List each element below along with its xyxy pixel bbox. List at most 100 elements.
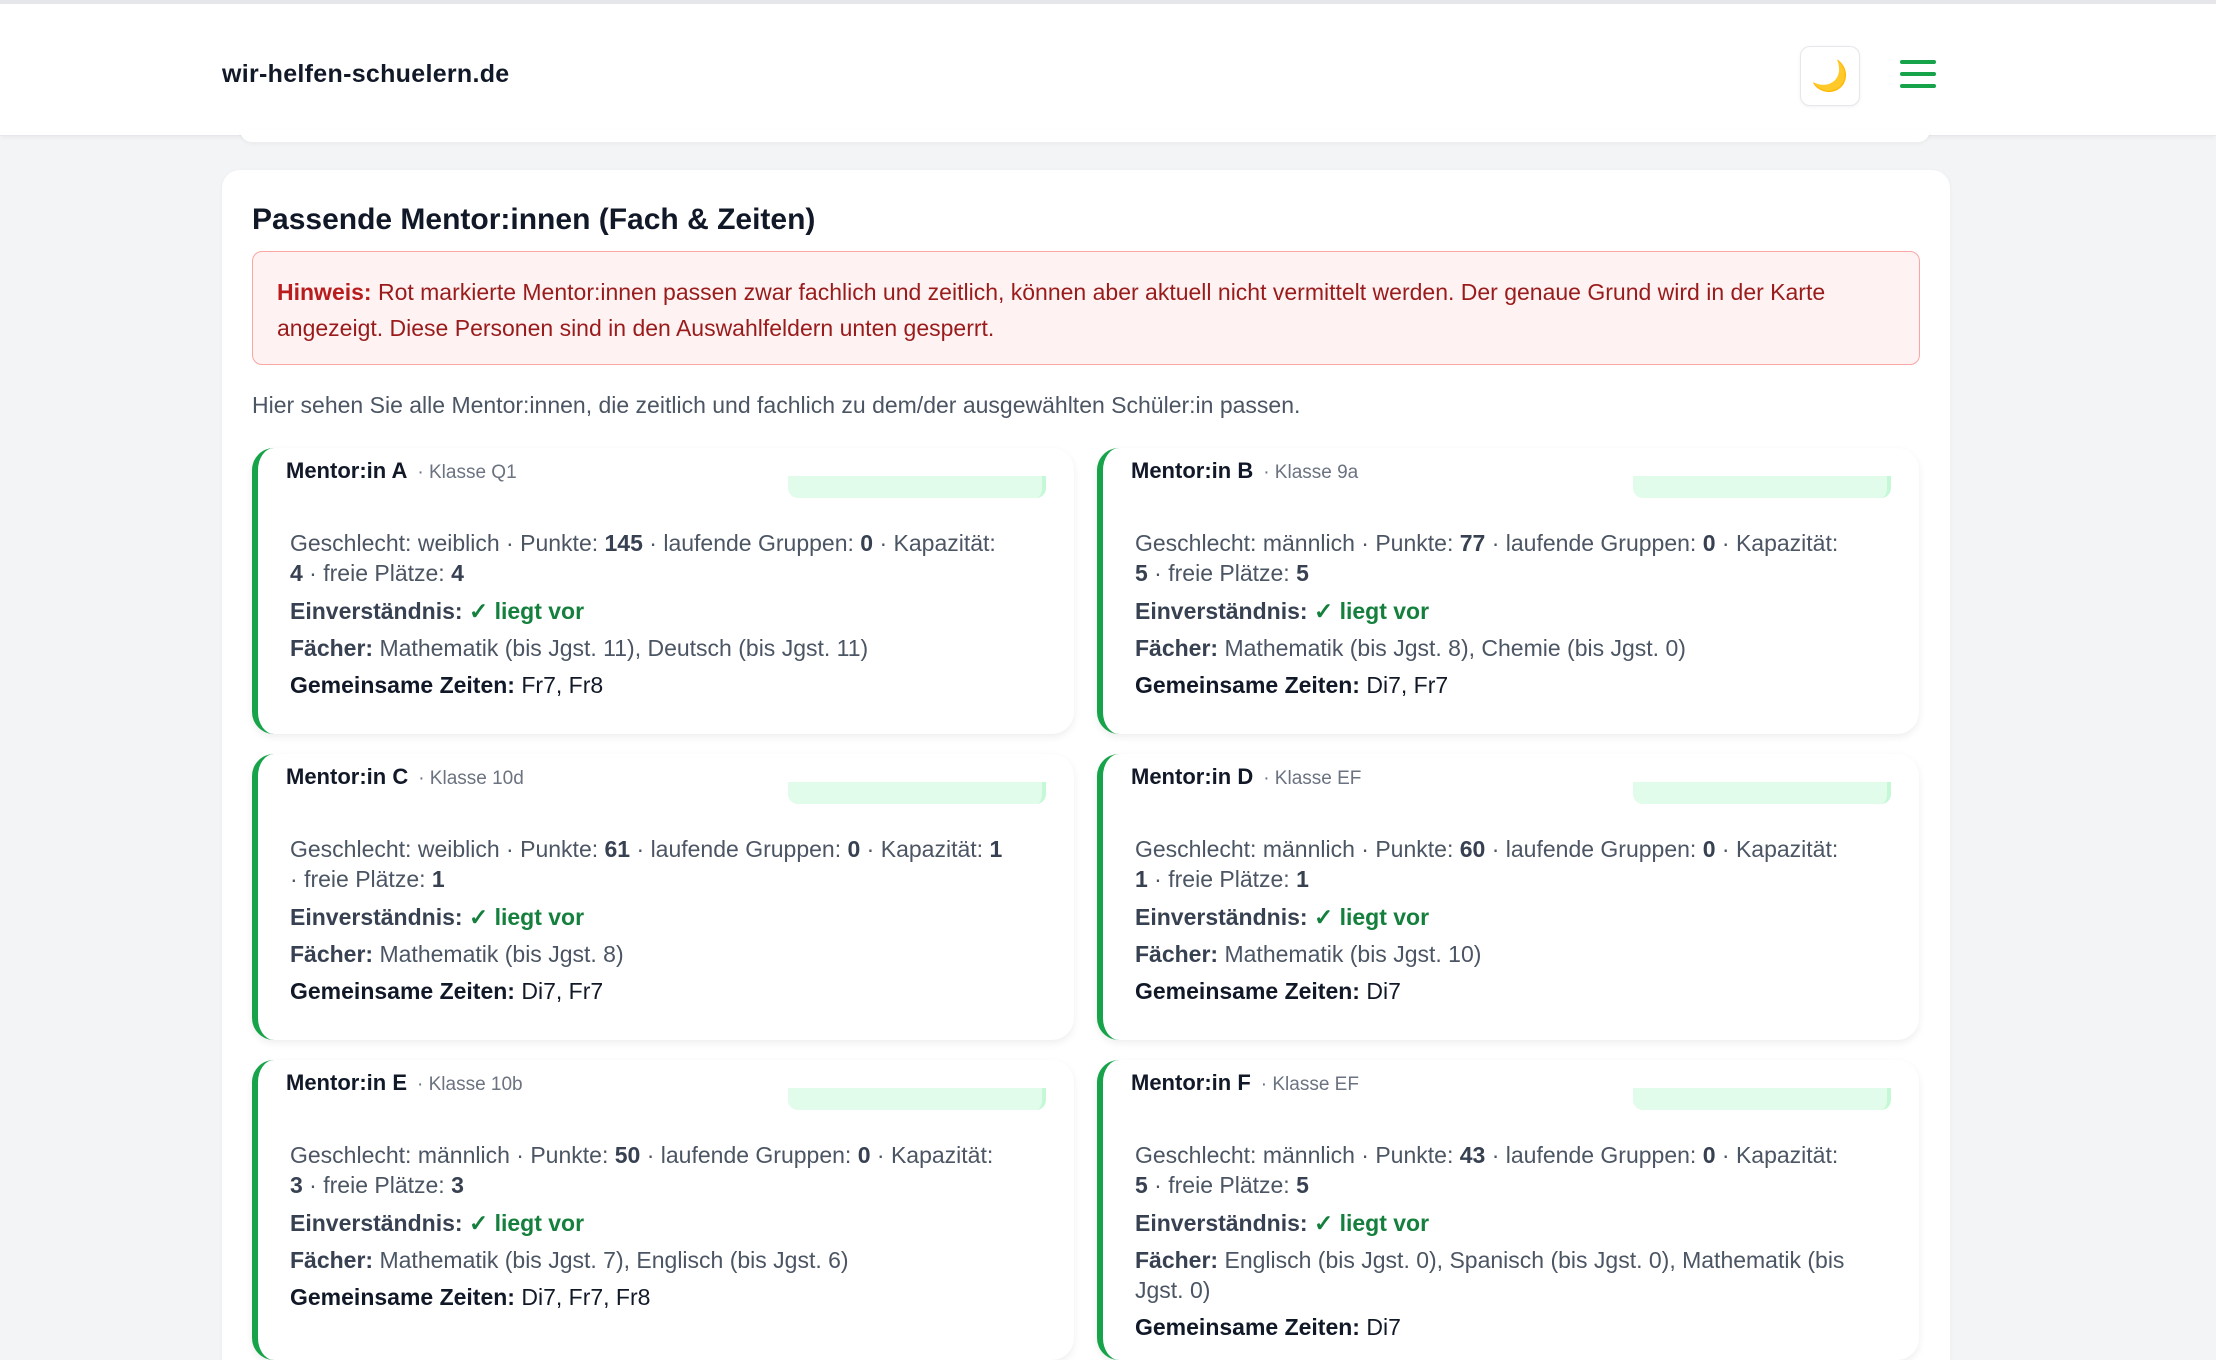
subjects-label: Fächer:	[290, 1247, 374, 1273]
status-badge	[1633, 782, 1891, 804]
times-value: Di7	[1366, 978, 1401, 1004]
theme-toggle-button[interactable]: 🌙	[1800, 46, 1860, 106]
mentor-class: · Klasse Q1	[417, 462, 517, 483]
mentor-card[interactable]: Mentor:in C · Klasse 10d Geschlecht: wei…	[252, 754, 1074, 1040]
times-row: Gemeinsame Zeiten: Fr7, Fr8	[290, 670, 1010, 700]
gender-value: männlich	[1262, 530, 1355, 556]
consent-label: Einverständnis:	[1135, 1210, 1308, 1236]
capacity-label: Kapazität:	[1735, 1142, 1839, 1168]
groups-label: laufende Gruppen:	[650, 836, 842, 862]
free-label: freie Plätze:	[323, 560, 445, 586]
mentor-card[interactable]: Mentor:in E · Klasse 10b Geschlecht: män…	[252, 1060, 1074, 1360]
times-label: Gemeinsame Zeiten:	[290, 1284, 515, 1310]
section-title: Passende Mentor:innen (Fach & Zeiten)	[252, 203, 816, 236]
subjects-value: Englisch (bis Jgst. 0), Spanisch (bis Jg…	[1135, 1247, 1845, 1303]
times-label: Gemeinsame Zeiten:	[1135, 672, 1360, 698]
mentor-card-header: Mentor:in F · Klasse EF	[1131, 1070, 1359, 1096]
times-row: Gemeinsame Zeiten: Di7	[1135, 1312, 1855, 1342]
points-value: 43	[1459, 1142, 1486, 1168]
times-value: Di7	[1366, 1314, 1401, 1340]
mentor-stats: Geschlecht: männlich · Punkte: 43 · lauf…	[1135, 1142, 1839, 1198]
mentor-card-header: Mentor:in B · Klasse 9a	[1131, 458, 1358, 484]
capacity-value: 3	[290, 1172, 303, 1198]
gender-value: männlich	[1262, 1142, 1355, 1168]
times-row: Gemeinsame Zeiten: Di7, Fr7, Fr8	[290, 1282, 1010, 1312]
consent-label: Einverständnis:	[290, 1210, 463, 1236]
free-label: freie Plätze:	[304, 866, 426, 892]
consent-value: ✓ liegt vor	[1313, 598, 1430, 624]
times-value: Di7, Fr7	[1366, 672, 1449, 698]
groups-label: laufende Gruppen:	[1505, 530, 1697, 556]
groups-value: 0	[857, 1142, 871, 1168]
free-value: 5	[1296, 560, 1309, 586]
mentor-stats: Geschlecht: männlich · Punkte: 50 · lauf…	[290, 1142, 994, 1198]
free-value: 5	[1296, 1172, 1309, 1198]
points-label: Punkte:	[1375, 836, 1454, 862]
subjects-value: Mathematik (bis Jgst. 7), Englisch (bis …	[379, 1247, 849, 1273]
free-value: 1	[431, 866, 445, 892]
consent-row: Einverständnis: ✓ liegt vor	[1135, 1208, 1855, 1238]
mentor-class: · Klasse 10d	[418, 768, 524, 789]
consent-value: ✓ liegt vor	[468, 904, 585, 930]
mentor-class: · Klasse 10b	[417, 1074, 523, 1095]
consent-row: Einverständnis: ✓ liegt vor	[290, 1208, 1010, 1238]
gender-label: Geschlecht:	[290, 530, 412, 556]
subjects-label: Fächer:	[290, 635, 374, 661]
mentor-card[interactable]: Mentor:in F · Klasse EF Geschlecht: männ…	[1097, 1060, 1919, 1360]
mentor-details: Geschlecht: männlich · Punkte: 43 · lauf…	[1135, 1140, 1855, 1349]
points-value: 60	[1459, 836, 1486, 862]
groups-value: 0	[847, 836, 861, 862]
consent-value: ✓ liegt vor	[468, 598, 585, 624]
subjects-row: Fächer: Englisch (bis Jgst. 0), Spanisch…	[1135, 1245, 1855, 1305]
mentor-class: · Klasse 9a	[1263, 462, 1359, 483]
times-label: Gemeinsame Zeiten:	[1135, 1314, 1360, 1340]
mentor-card[interactable]: Mentor:in A · Klasse Q1 Geschlecht: weib…	[252, 448, 1074, 734]
consent-label: Einverständnis:	[290, 598, 463, 624]
gender-value: weiblich	[417, 530, 500, 556]
free-value: 4	[451, 560, 464, 586]
capacity-label: Kapazität:	[1735, 530, 1839, 556]
groups-value: 0	[1702, 530, 1716, 556]
hint-text: Rot markierte Mentor:innen passen zwar f…	[277, 279, 1826, 341]
mentor-card-header: Mentor:in E · Klasse 10b	[286, 1070, 523, 1096]
mentor-card-header: Mentor:in C · Klasse 10d	[286, 764, 524, 790]
mentor-details: Geschlecht: männlich · Punkte: 77 · lauf…	[1135, 528, 1855, 707]
subjects-row: Fächer: Mathematik (bis Jgst. 8), Chemie…	[1135, 633, 1855, 663]
points-label: Punkte:	[530, 1142, 609, 1168]
points-value: 61	[604, 836, 631, 862]
capacity-label: Kapazität:	[890, 1142, 994, 1168]
menu-bar	[1900, 72, 1936, 76]
capacity-label: Kapazität:	[1735, 836, 1839, 862]
subjects-row: Fächer: Mathematik (bis Jgst. 8)	[290, 939, 1010, 969]
groups-label: laufende Gruppen:	[1505, 1142, 1697, 1168]
times-value: Di7, Fr7	[521, 978, 604, 1004]
subjects-row: Fächer: Mathematik (bis Jgst. 7), Englis…	[290, 1245, 1010, 1275]
mentor-class: · Klasse EF	[1263, 768, 1362, 789]
mentor-card[interactable]: Mentor:in D · Klasse EF Geschlecht: männ…	[1097, 754, 1919, 1040]
times-label: Gemeinsame Zeiten:	[1135, 978, 1360, 1004]
site-brand[interactable]: wir-helfen-schuelern.de	[222, 60, 510, 89]
capacity-value: 4	[290, 560, 303, 586]
previous-card-edge	[240, 130, 1930, 142]
gender-label: Geschlecht:	[1135, 530, 1257, 556]
gender-label: Geschlecht:	[1135, 1142, 1257, 1168]
hamburger-menu-icon[interactable]	[1900, 60, 1936, 90]
capacity-label: Kapazität:	[880, 836, 984, 862]
status-badge	[788, 782, 1046, 804]
mentor-match-panel: Passende Mentor:innen (Fach & Zeiten) Hi…	[222, 170, 1950, 1360]
mentor-name: Mentor:in B	[1131, 458, 1254, 483]
capacity-value: 1	[1135, 866, 1148, 892]
points-value: 145	[604, 530, 643, 556]
hint-box: Hinweis: Rot markierte Mentor:innen pass…	[252, 251, 1920, 365]
moon-icon: 🌙	[1811, 59, 1849, 93]
mentor-stats: Geschlecht: weiblich · Punkte: 61 · lauf…	[290, 836, 1003, 892]
times-row: Gemeinsame Zeiten: Di7	[1135, 976, 1855, 1006]
mentor-card[interactable]: Mentor:in B · Klasse 9a Geschlecht: männ…	[1097, 448, 1919, 734]
points-value: 50	[614, 1142, 641, 1168]
consent-row: Einverständnis: ✓ liegt vor	[1135, 596, 1855, 626]
subjects-label: Fächer:	[1135, 941, 1219, 967]
times-value: Di7, Fr7, Fr8	[521, 1284, 651, 1310]
mentor-name: Mentor:in F	[1131, 1070, 1251, 1095]
free-label: freie Plätze:	[1168, 866, 1290, 892]
points-label: Punkte:	[520, 836, 599, 862]
